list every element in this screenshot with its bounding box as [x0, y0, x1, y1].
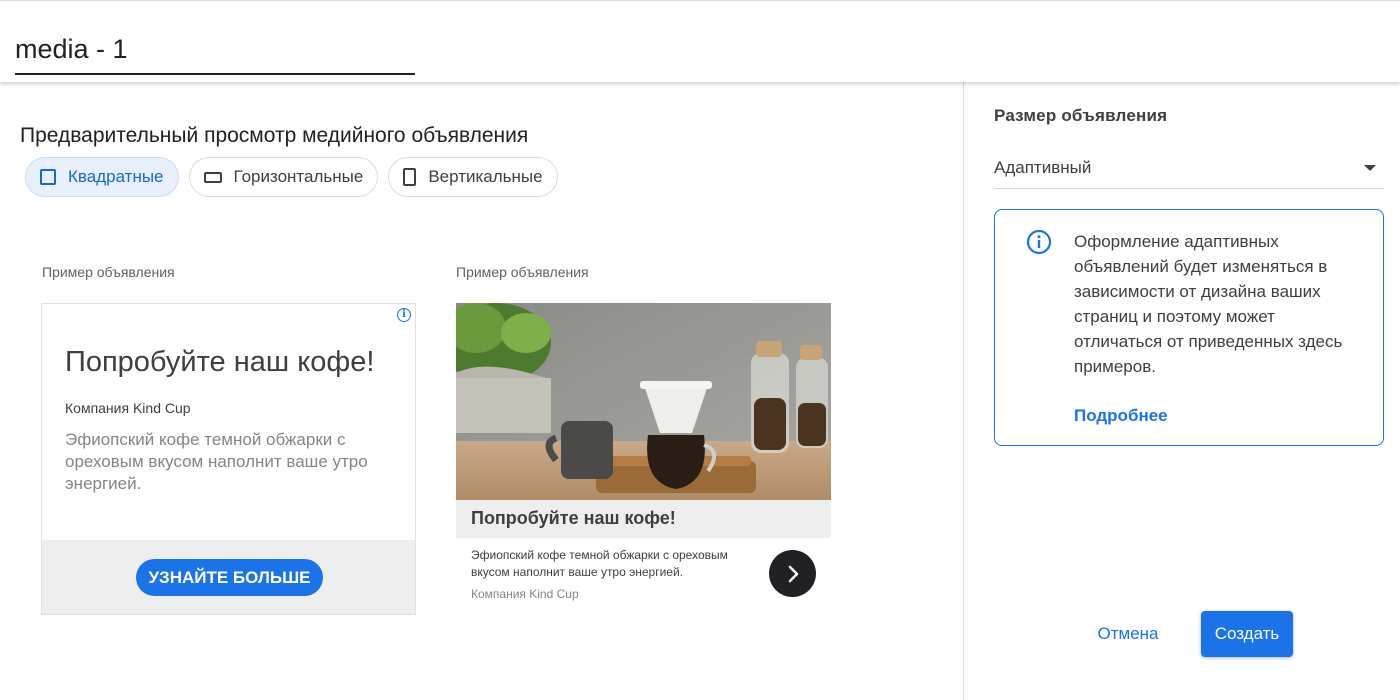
ad-headline: Попробуйте наш кофе!: [65, 346, 375, 378]
ad-choices-info-icon[interactable]: i: [397, 308, 411, 322]
ad-size-select[interactable]: Адаптивный: [994, 148, 1384, 189]
chevron-right-icon: [788, 565, 798, 582]
chip-portrait-label: Вертикальные: [428, 167, 543, 186]
ad-company: Компания Kind Cup: [65, 400, 191, 416]
ad-image-description: Эфиопский кофе темной обжарки с ореховым…: [471, 548, 728, 579]
learn-more-button[interactable]: УЗНАЙТЕ БОЛЬШЕ: [136, 559, 323, 596]
pane-divider: [963, 82, 964, 700]
format-chips: Квадратные Горизонтальные Вертикальные: [25, 157, 558, 197]
cancel-button[interactable]: Отмена: [1085, 612, 1171, 656]
portrait-icon: [403, 168, 417, 186]
ad-preview-image: Попробуйте наш кофе! Эфиопский кофе темн…: [456, 303, 831, 603]
info-icon: [1026, 229, 1052, 255]
dropdown-arrow-icon: [1364, 165, 1376, 171]
campaign-name-input[interactable]: [15, 25, 415, 75]
create-button[interactable]: Создать: [1201, 611, 1293, 657]
landscape-icon: [203, 171, 222, 183]
chip-portrait[interactable]: Вертикальные: [388, 157, 558, 197]
preview-title: Предварительный просмотр медийного объяв…: [20, 124, 529, 147]
ad-sample-label-1: Пример объявления: [42, 264, 175, 280]
ad-sample-label-2: Пример объявления: [456, 264, 589, 280]
ad-image-company: Компания Kind Cup: [471, 587, 579, 601]
chip-landscape[interactable]: Горизонтальные: [188, 157, 379, 197]
learn-more-link[interactable]: Подробнее: [1074, 406, 1168, 426]
ad-preview-square: i Попробуйте наш кофе! Компания Kind Cup…: [41, 303, 416, 615]
coffee-photo: [456, 303, 831, 500]
chip-square-label: Квадратные: [68, 167, 164, 186]
notice-text: Оформление адаптивных объявлений будет и…: [1074, 232, 1343, 376]
chip-landscape-label: Горизонтальные: [233, 167, 364, 186]
responsive-notice: Оформление адаптивных объявлений будет и…: [994, 209, 1384, 446]
chip-square[interactable]: Квадратные: [25, 157, 179, 197]
ad-description: Эфиопский кофе темной обжарки с ореховым…: [65, 430, 368, 493]
ad-footer: УЗНАЙТЕ БОЛЬШЕ: [42, 540, 415, 614]
ad-image-headline: Попробуйте наш кофе!: [456, 500, 831, 538]
ad-size-label: Размер объявления: [994, 106, 1168, 125]
title-bar: [0, 0, 1400, 82]
square-icon: [40, 169, 56, 185]
ad-next-button[interactable]: [769, 550, 816, 597]
ad-size-value: Адаптивный: [994, 158, 1092, 177]
